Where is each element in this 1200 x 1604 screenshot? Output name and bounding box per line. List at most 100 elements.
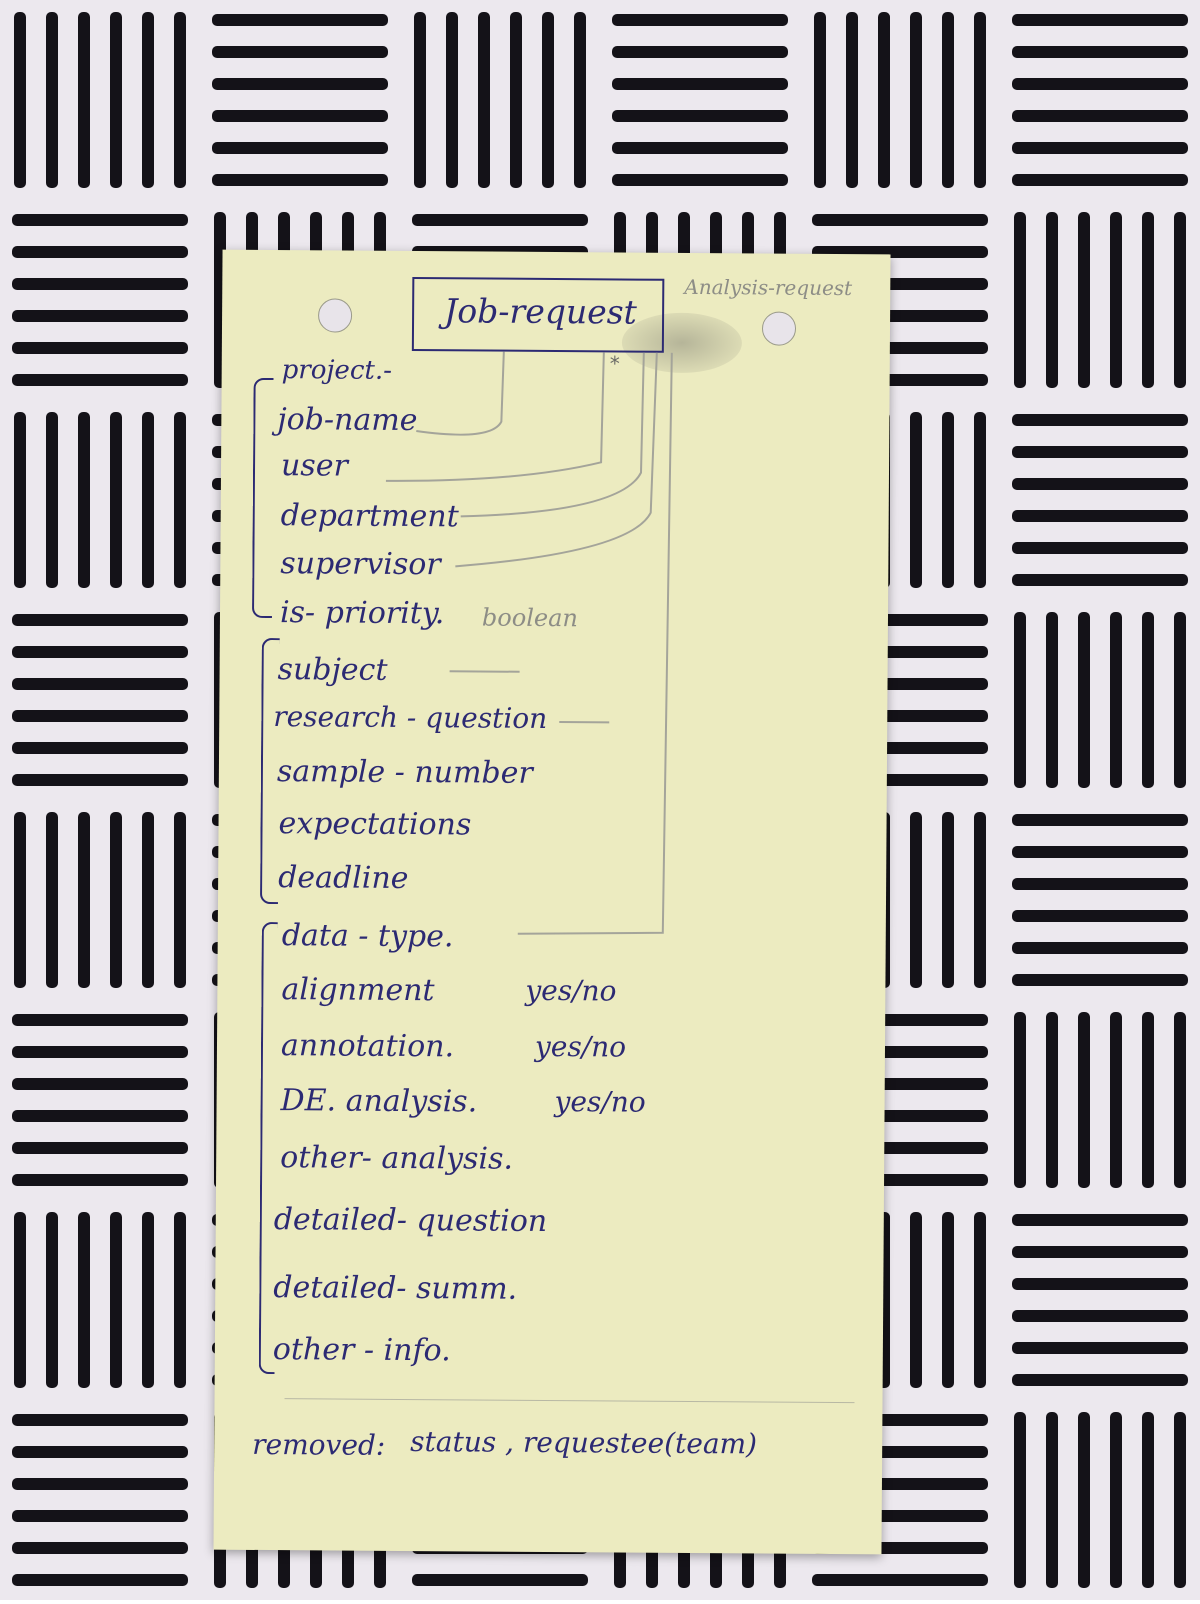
fabric-stripe	[1174, 1412, 1186, 1588]
fabric-stripe	[1174, 212, 1186, 388]
fabric-stripe	[878, 12, 890, 188]
fabric-stripe	[142, 412, 154, 588]
field-de-analysis: DE. analysis.	[280, 1083, 478, 1120]
fabric-stripe	[1012, 14, 1188, 26]
fabric-stripe	[1174, 1012, 1186, 1188]
fabric-stripe	[1142, 1012, 1154, 1188]
fabric-stripe	[1110, 1012, 1122, 1188]
fabric-stripe	[414, 12, 426, 188]
fabric-stripe	[1110, 612, 1122, 788]
fabric-stripe	[1012, 78, 1188, 90]
fabric-stripe	[942, 1212, 954, 1388]
field-other-info: other - info.	[272, 1332, 451, 1369]
fabric-stripe	[1174, 612, 1186, 788]
fabric-stripe	[12, 1174, 188, 1186]
fabric-stripe	[212, 110, 388, 122]
fabric-stripe	[12, 614, 188, 626]
field-is-priority: is- priority.	[279, 595, 445, 632]
fabric-stripe	[1012, 174, 1188, 186]
fabric-stripe	[142, 12, 154, 188]
fabric-stripe	[78, 412, 90, 588]
field-job-name: job-name	[277, 402, 418, 439]
fabric-stripe	[846, 12, 858, 188]
fabric-stripe	[12, 1414, 188, 1426]
fabric-stripe	[1012, 814, 1188, 826]
fabric-stripe	[910, 12, 922, 188]
fabric-stripe	[1078, 212, 1090, 388]
fabric-stripe	[12, 1142, 188, 1154]
fabric-stripe	[110, 812, 122, 988]
fabric-stripe	[812, 1574, 988, 1586]
fabric-stripe	[1012, 542, 1188, 554]
index-card: Job-request Analysis-request * project.-…	[213, 249, 891, 1555]
fabric-stripe	[612, 110, 788, 122]
fabric-stripe	[1012, 142, 1188, 154]
fabric-stripe	[1012, 1214, 1188, 1226]
fabric-stripe	[12, 774, 188, 786]
fabric-stripe	[1142, 612, 1154, 788]
fabric-stripe	[974, 1212, 986, 1388]
field-research-question: research - question	[273, 700, 548, 735]
group1-bracket	[251, 377, 274, 619]
fabric-stripe	[814, 12, 826, 188]
fabric-stripe	[1046, 612, 1058, 788]
fabric-stripe	[1012, 974, 1188, 986]
fabric-stripe	[1012, 1278, 1188, 1290]
fabric-stripe	[212, 14, 388, 26]
alignment-yes-no: yes/no	[525, 973, 617, 1008]
field-detailed-question: detailed- question	[273, 1202, 548, 1239]
fabric-stripe	[212, 142, 388, 154]
fabric-stripe	[1012, 446, 1188, 458]
fabric-stripe	[1014, 612, 1026, 788]
fabric-stripe	[1012, 846, 1188, 858]
fabric-stripe	[78, 12, 90, 188]
fabric-stripe	[1046, 1012, 1058, 1188]
fabric-stripe	[212, 78, 388, 90]
fabric-stripe	[910, 812, 922, 988]
field-project: project.-	[281, 355, 393, 386]
fabric-stripe	[12, 1046, 188, 1058]
fabric-stripe	[510, 12, 522, 188]
fabric-stripe	[942, 812, 954, 988]
fabric-stripe	[212, 174, 388, 186]
fabric-stripe	[612, 46, 788, 58]
fabric-stripe	[46, 1212, 58, 1388]
field-sample-number: sample - number	[276, 754, 533, 791]
fabric-stripe	[446, 12, 458, 188]
fabric-stripe	[574, 12, 586, 188]
fabric-stripe	[12, 310, 188, 322]
fabric-stripe	[1012, 510, 1188, 522]
fabric-stripe	[12, 1110, 188, 1122]
fabric-stripe	[612, 174, 788, 186]
fabric-stripe	[1012, 1342, 1188, 1354]
fabric-stripe	[1046, 212, 1058, 388]
fabric-stripe	[12, 742, 188, 754]
fabric-stripe	[110, 412, 122, 588]
fabric-stripe	[542, 12, 554, 188]
fabric-stripe	[1012, 1310, 1188, 1322]
fabric-stripe	[612, 78, 788, 90]
fabric-stripe	[612, 142, 788, 154]
fabric-stripe	[46, 812, 58, 988]
fabric-stripe	[174, 412, 186, 588]
fabric-stripe	[174, 12, 186, 188]
fabric-stripe	[1012, 110, 1188, 122]
fabric-stripe	[1110, 1412, 1122, 1588]
fabric-stripe	[1012, 478, 1188, 490]
fabric-stripe	[974, 812, 986, 988]
field-other-analysis: other- analysis.	[280, 1140, 514, 1177]
fabric-stripe	[14, 412, 26, 588]
fabric-stripe	[12, 1078, 188, 1090]
fabric-stripe	[1110, 212, 1122, 388]
fabric-stripe	[910, 412, 922, 588]
field-detailed-summ: detailed- summ.	[273, 1270, 518, 1307]
fabric-stripe	[174, 1212, 186, 1388]
fabric-stripe	[142, 812, 154, 988]
field-subject: subject	[277, 652, 388, 688]
fabric-stripe	[142, 1212, 154, 1388]
fabric-stripe	[12, 1446, 188, 1458]
fabric-stripe	[12, 246, 188, 258]
fabric-stripe	[12, 710, 188, 722]
fabric-stripe	[12, 1542, 188, 1554]
fabric-stripe	[1046, 1412, 1058, 1588]
